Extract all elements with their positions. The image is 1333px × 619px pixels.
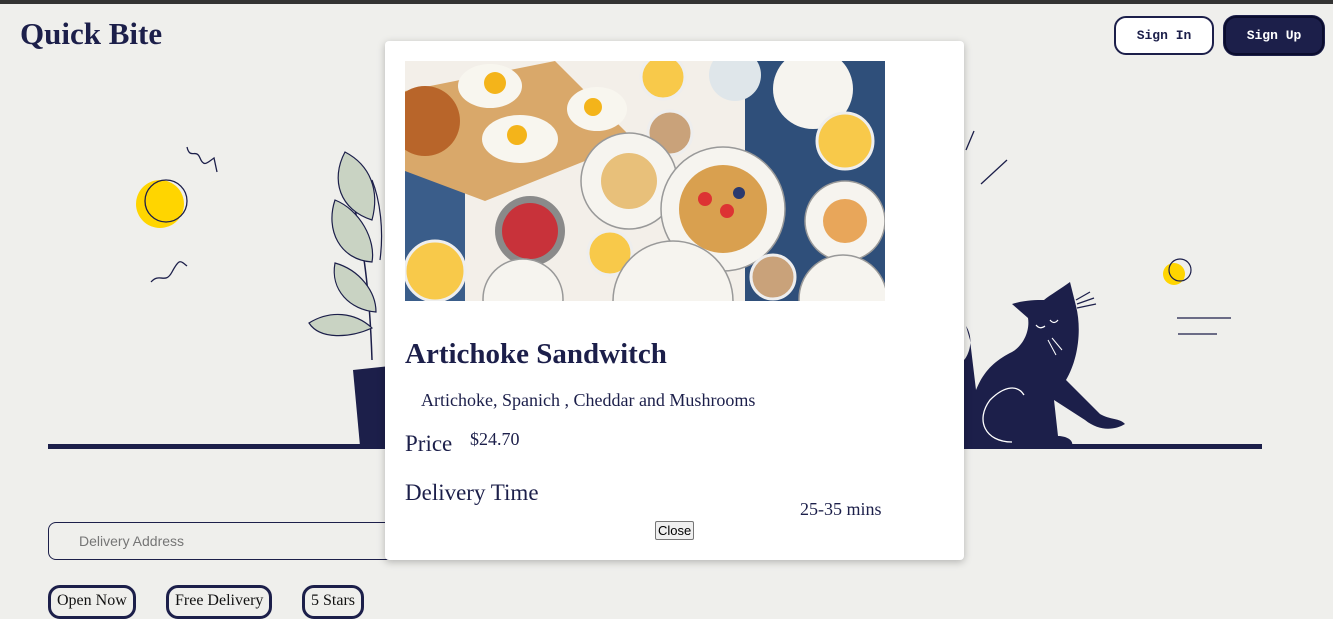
plant-illustration bbox=[308, 151, 390, 446]
sign-in-button[interactable]: Sign In bbox=[1114, 16, 1214, 55]
price-label: Price bbox=[405, 431, 453, 456]
delivery-time-value: 25-35 mins bbox=[800, 499, 882, 519]
dish-photo bbox=[405, 61, 885, 301]
squiggle-decoration-top bbox=[186, 146, 218, 173]
price-value: $24.70 bbox=[470, 429, 520, 449]
sun-icon-right bbox=[1163, 263, 1185, 285]
delivery-time-label: Delivery Time bbox=[405, 480, 539, 505]
dish-description: Artichoke, Spanich , Cheddar and Mushroo… bbox=[421, 390, 756, 410]
line-decoration bbox=[965, 130, 975, 151]
cat-illustration bbox=[964, 282, 1125, 446]
line-decoration bbox=[980, 159, 1008, 185]
filter-five-stars[interactable]: 5 Stars bbox=[302, 585, 364, 619]
sign-up-button[interactable]: Sign Up bbox=[1224, 16, 1324, 55]
dish-detail-modal: Artichoke Sandwitch Artichoke, Spanich ,… bbox=[385, 41, 964, 560]
dish-title: Artichoke Sandwitch bbox=[405, 338, 667, 370]
brand-logo[interactable]: Quick Bite bbox=[20, 16, 162, 52]
squiggle-decoration-bottom bbox=[150, 261, 188, 283]
filter-free-delivery[interactable]: Free Delivery bbox=[166, 585, 273, 619]
filter-open-now[interactable]: Open Now bbox=[48, 585, 136, 619]
close-button[interactable]: Close bbox=[655, 521, 695, 540]
